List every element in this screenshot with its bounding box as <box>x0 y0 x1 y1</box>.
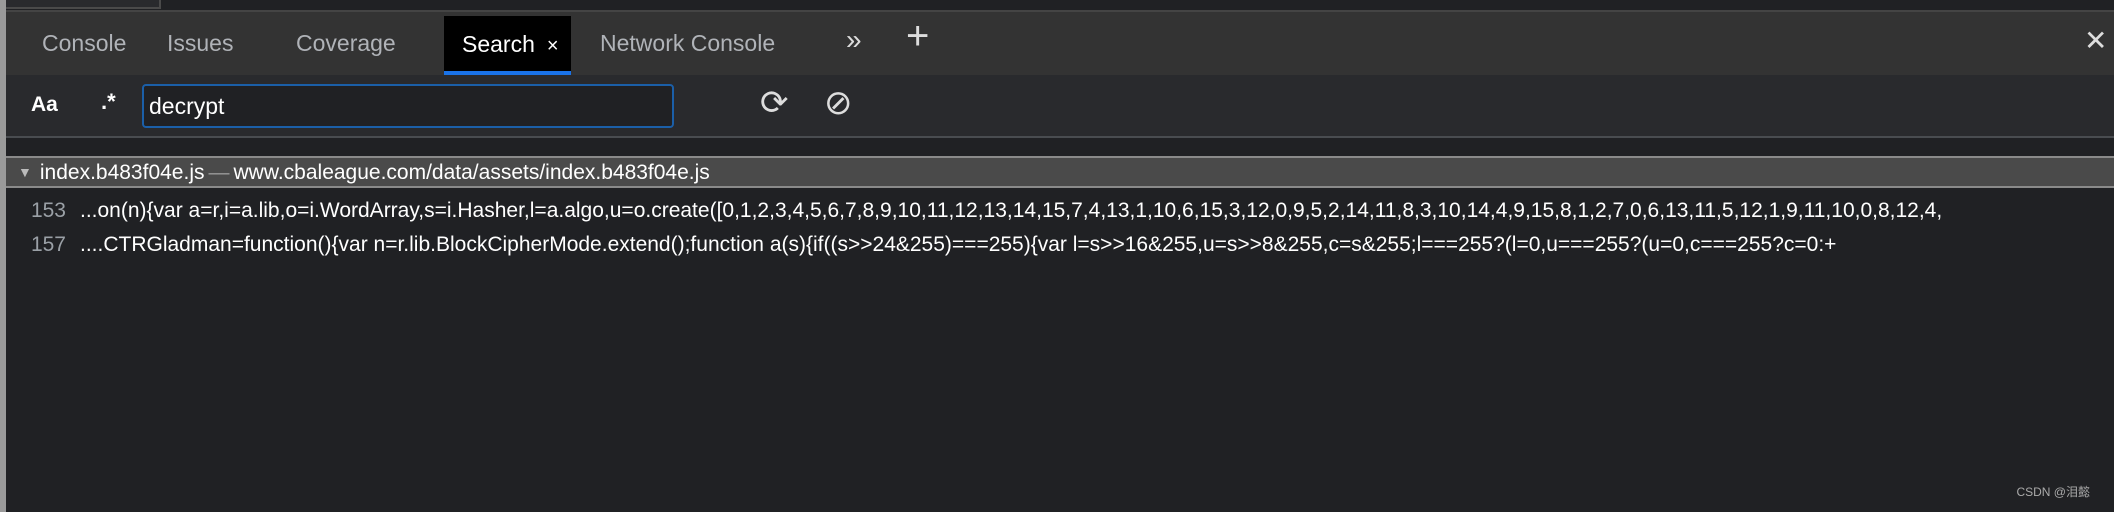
drawer-tab-bar: Console Issues Coverage Search × Network … <box>6 10 2114 75</box>
refresh-icon[interactable]: ⟳ <box>760 83 789 123</box>
clear-icon[interactable]: ⊘ <box>824 83 853 123</box>
result-line[interactable]: 153 ...on(n){var a=r,i=a.lib,o=i.WordArra… <box>6 194 2114 228</box>
more-tabs-icon[interactable]: » <box>846 24 862 56</box>
tab-console[interactable]: Console <box>42 12 126 75</box>
line-text: ....CTRGladman=function(){var n=r.lib.Bl… <box>80 233 1837 256</box>
result-line[interactable]: 157 ....CTRGladman=function(){var n=r.lib… <box>6 228 2114 262</box>
file-name: index.b483f04e.js <box>39 161 205 184</box>
regex-toggle[interactable]: .* <box>101 89 116 115</box>
tab-network-console[interactable]: Network Console <box>600 12 775 75</box>
tab-coverage[interactable]: Coverage <box>296 12 396 75</box>
search-toolbar: Aa .* ⟳ ⊘ <box>6 75 2114 138</box>
separator: — <box>208 161 230 184</box>
expand-triangle-icon[interactable]: ▼ <box>18 164 32 180</box>
top-panel-edge <box>6 0 161 9</box>
tab-issues[interactable]: Issues <box>167 12 233 75</box>
line-number: 157 <box>30 233 66 256</box>
tab-search[interactable]: Search × <box>444 16 571 75</box>
line-number: 153 <box>30 199 66 222</box>
file-url: www.cbaleague.com/data/assets/index.b483… <box>233 161 710 184</box>
match-case-toggle[interactable]: Aa <box>31 93 58 117</box>
watermark: CSDN @泪懿 <box>2016 485 2090 499</box>
tab-search-label: Search <box>462 31 535 57</box>
search-input[interactable] <box>142 84 674 128</box>
add-tab-icon[interactable]: + <box>906 14 929 59</box>
top-strip <box>0 0 2114 10</box>
result-file-header[interactable]: ▼ index.b483f04e.js — www.cbaleague.com/dat… <box>6 156 2114 188</box>
line-text: ...on(n){var a=r,i=a.lib,o=i.WordArray,s… <box>80 199 1943 222</box>
close-tab-icon[interactable]: × <box>547 35 559 57</box>
close-panel-icon[interactable]: ✕ <box>2084 24 2107 57</box>
